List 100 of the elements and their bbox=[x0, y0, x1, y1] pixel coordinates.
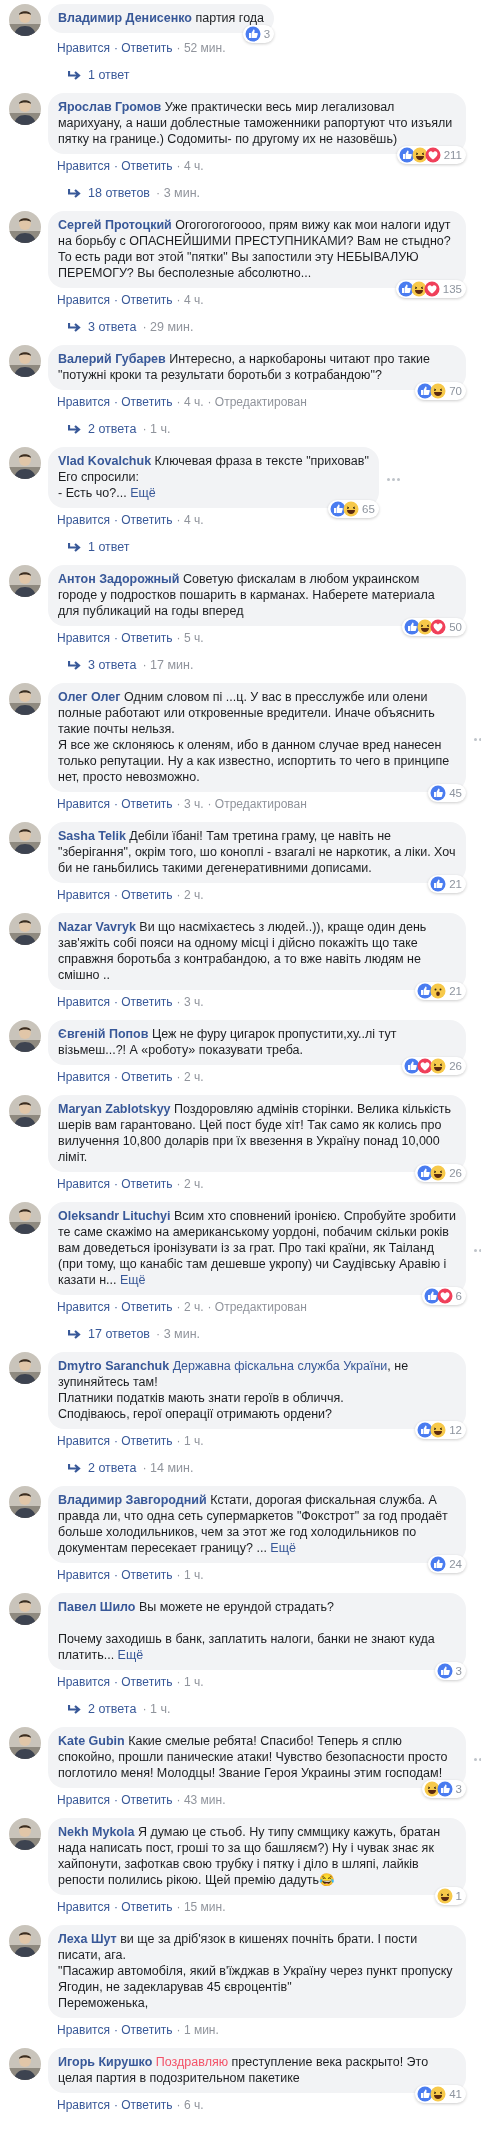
more-options-icon[interactable] bbox=[386, 477, 401, 482]
comment-text: Павел Шило Вы можете не ерундой страдать? Почему заходишь в банк, заплатить налоги, банки не знают куда платить... Ещё bbox=[58, 1599, 436, 1663]
reply-link[interactable]: · Ответить bbox=[113, 1568, 173, 1582]
like-link[interactable]: Нравится bbox=[57, 1070, 110, 1084]
reply-link[interactable]: · Ответить bbox=[113, 2098, 173, 2112]
replies-link[interactable]: 2 ответа bbox=[88, 1702, 137, 1716]
comment-text: Ярослав Громов Уже практически весь мир легализовал марихуану, а наши доблестные таможенники рапортуют что изъяли пятку на границе.) Содомиты- по другому их не назовёшь) bbox=[58, 99, 454, 147]
replies-link[interactable]: 1 ответ bbox=[88, 540, 130, 554]
comment-text: Nekh Mykola Я думаю це стьоб. Ну типу сммщику кажуть, братан нада написать пост, гроші то за що башляєм?) Ну і чувак знає як хайпонути, зафоткав свою трубку і пятку і діло в шляпі, лайків репости полились рікою. Щей премію дадуть😂 bbox=[58, 1824, 442, 1888]
reply-arrow-icon bbox=[68, 1328, 82, 1340]
like-link[interactable]: Нравится bbox=[57, 888, 110, 902]
author-link[interactable]: Валерий Губарев bbox=[58, 352, 166, 366]
reply-link[interactable]: · Ответить bbox=[113, 293, 173, 307]
comment-text: Сергей Протоцкий Огогогогогоооо, прям вижу как мои налоги идут на борьбу с ОПАСНЕЙШИМИ ПРЕСТУПНИКАМИ? Вам не стыдно? То есть ради вот этой "пятки" Вы запостили эту НЕБЫВАЛУЮ ПЕРЕМОГУ? Вы бесполезные абсолютно... bbox=[58, 217, 452, 281]
author-link[interactable]: Антон Задорожный bbox=[58, 572, 180, 586]
like-link[interactable]: Нравится bbox=[57, 797, 110, 811]
see-more-link[interactable]: Ещё bbox=[117, 1648, 144, 1662]
author-link[interactable]: Ярослав Громов bbox=[58, 100, 162, 114]
reply-arrow-icon bbox=[68, 423, 82, 435]
like-link[interactable]: Нравится bbox=[57, 1434, 110, 1448]
like-link[interactable]: Нравится bbox=[57, 513, 110, 527]
reply-link[interactable]: · Ответить bbox=[113, 995, 173, 1009]
like-link[interactable]: Нравится bbox=[57, 1793, 110, 1807]
reaction-count: 45 bbox=[449, 787, 462, 799]
reply-link[interactable]: · Ответить bbox=[113, 41, 173, 55]
replies-link[interactable]: 2 ответа bbox=[88, 1461, 137, 1475]
like-link[interactable]: Нравится bbox=[57, 2098, 110, 2112]
replies-link[interactable]: 18 ответов bbox=[88, 186, 150, 200]
replies-link[interactable]: 17 ответов bbox=[88, 1327, 150, 1341]
author-link[interactable]: Павел Шило bbox=[58, 1600, 136, 1614]
like-link[interactable]: Нравится bbox=[57, 1568, 110, 1582]
reaction-count: 21 bbox=[449, 878, 462, 890]
author-link[interactable]: Maryan Zablotskyy bbox=[58, 1102, 171, 1116]
comment-time: · 4 ч. bbox=[176, 159, 204, 173]
reply-arrow-icon bbox=[68, 321, 82, 333]
author-link[interactable]: Nekh Mykola bbox=[58, 1825, 135, 1839]
edited-label: · Отредактирован bbox=[207, 1300, 307, 1314]
comment-text: Dmytro Saranchuk Державна фіскальна служба України, не зупиняйтесь там! Платники податків мають знати героїв в обличчя. Сподіваюсь, герої операції отримають ордени? bbox=[58, 1358, 410, 1422]
reply-link[interactable]: · Ответить bbox=[113, 797, 173, 811]
like-link[interactable]: Нравится bbox=[57, 1300, 110, 1314]
replies-link[interactable]: 1 ответ bbox=[88, 68, 130, 82]
reply-arrow-icon bbox=[68, 69, 82, 81]
like-link[interactable]: Нравится bbox=[57, 2023, 110, 2037]
reply-link[interactable]: · Ответить bbox=[113, 1900, 173, 1914]
comment-time: · 1 ч. bbox=[176, 1434, 204, 1448]
comment-time: · 4 ч. bbox=[176, 395, 204, 409]
reply-link[interactable]: · Ответить bbox=[113, 631, 173, 645]
comment-time: · 43 мин. bbox=[176, 1793, 226, 1807]
author-link[interactable]: Олег Олег bbox=[58, 690, 121, 704]
replies-link[interactable]: 2 ответа bbox=[88, 422, 137, 436]
reply-time: · 17 мин. bbox=[142, 658, 194, 672]
author-link[interactable]: Sasha Telik bbox=[58, 829, 126, 843]
author-link[interactable]: Dmytro Saranchuk bbox=[58, 1359, 170, 1373]
reply-link[interactable]: · Ответить bbox=[113, 1070, 173, 1084]
reaction-count: 26 bbox=[449, 1167, 462, 1179]
comment-text: Oleksandr Lituchyi Всим хто сповнений іронією. Спробуйте зробити те саме скажімо на американському уордоні, побачим скільки років вам доведеться іронізувати із за грат. Про такі країни, як Таіланд (при тому, що канабіс там дешевше укропу) чи Саудівську Аравію і казати н... Ещё bbox=[58, 1208, 456, 1288]
comment-time: · 2 ч. bbox=[176, 1177, 204, 1191]
comment-text: Sasha Telik Дебіли їбані! Там третина граму, це навіть не "зберігання", окрім того, шо коноплі - взагалі не наркотик, а ліки. Хоч би не ганьбились такими дегенеративними дописами. bbox=[58, 828, 456, 876]
like-link[interactable]: Нравится bbox=[57, 995, 110, 1009]
like-link[interactable]: Нравится bbox=[57, 41, 110, 55]
see-more-link[interactable]: Ещё bbox=[130, 486, 156, 500]
reply-link[interactable]: · Ответить bbox=[113, 1793, 173, 1807]
reply-link[interactable]: · Ответить bbox=[113, 395, 173, 409]
reply-link[interactable]: · Ответить bbox=[113, 159, 173, 173]
like-link[interactable]: Нравится bbox=[57, 1900, 110, 1914]
reply-link[interactable]: · Ответить bbox=[113, 2023, 173, 2037]
reply-link[interactable]: · Ответить bbox=[113, 1675, 173, 1689]
author-link[interactable]: Владимир Денисенко bbox=[58, 11, 192, 25]
reply-link[interactable]: · Ответить bbox=[113, 1300, 173, 1314]
author-link[interactable]: Владимир Завгородний bbox=[58, 1493, 207, 1507]
like-link[interactable]: Нравится bbox=[57, 1675, 110, 1689]
like-link[interactable]: Нравится bbox=[57, 293, 110, 307]
author-link[interactable]: Oleksandr Lituchyi bbox=[58, 1209, 171, 1223]
like-link[interactable]: Нравится bbox=[57, 631, 110, 645]
reply-link[interactable]: · Ответить bbox=[113, 1434, 173, 1448]
author-link[interactable]: Игорь Кирушко bbox=[58, 2055, 153, 2069]
author-link[interactable]: Сергей Протоцкий bbox=[58, 218, 172, 232]
reply-arrow-icon bbox=[68, 1462, 82, 1474]
author-link[interactable]: Леха Шут bbox=[58, 1932, 117, 1946]
reply-time: · 1 ч. bbox=[142, 422, 171, 436]
reaction-count: 1 bbox=[455, 1890, 462, 1902]
see-more-link[interactable]: Ещё bbox=[270, 1541, 296, 1555]
see-more-link[interactable]: Ещё bbox=[119, 1273, 146, 1287]
reaction-count: 3 bbox=[455, 1665, 462, 1677]
comment-text: Валерий Губарев Интересно, а наркобароны читают про такие "потужні кроки та результати боротьби з котрабандою"? bbox=[58, 351, 431, 383]
author-link[interactable]: Євгеній Попов bbox=[58, 1027, 149, 1041]
reaction-count: 21 bbox=[449, 985, 462, 997]
replies-link[interactable]: 3 ответа bbox=[88, 658, 137, 672]
like-link[interactable]: Нравится bbox=[57, 1177, 110, 1191]
reaction-count: 65 bbox=[362, 503, 375, 515]
reply-link[interactable]: · Ответить bbox=[113, 888, 173, 902]
replies-link[interactable]: 3 ответа bbox=[88, 320, 137, 334]
reply-time: · 1 ч. bbox=[142, 1702, 171, 1716]
author-link[interactable]: Kate Gubin bbox=[58, 1734, 125, 1748]
reply-link[interactable]: · Ответить bbox=[113, 513, 173, 527]
reply-link[interactable]: · Ответить bbox=[113, 1177, 173, 1191]
like-link[interactable]: Нравится bbox=[57, 159, 110, 173]
author-link[interactable]: Vlad Kovalchuk bbox=[58, 454, 152, 468]
author-link[interactable]: Nazar Vavryk bbox=[58, 920, 136, 934]
like-link[interactable]: Нравится bbox=[57, 395, 110, 409]
